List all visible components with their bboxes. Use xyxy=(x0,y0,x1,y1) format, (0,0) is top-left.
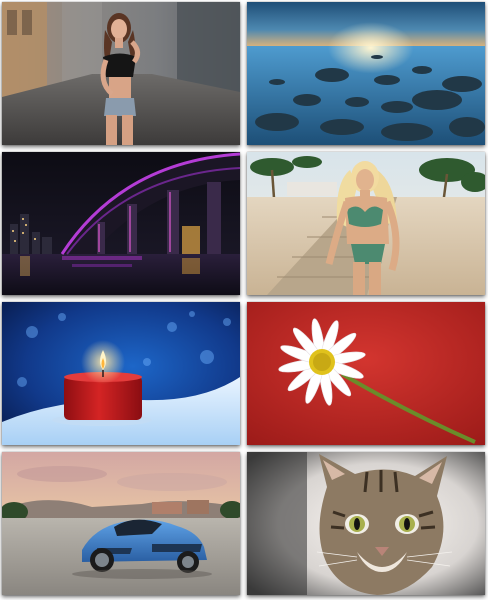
photo-tile-sea-rocks[interactable] xyxy=(247,2,485,145)
photo-tile-woman-beach[interactable] xyxy=(247,152,485,295)
photo-tile-tabby-cat[interactable] xyxy=(247,452,485,595)
photo-tile-red-candle[interactable] xyxy=(2,302,240,445)
photo-tile-daisy[interactable] xyxy=(247,302,485,445)
tabby-cat-image xyxy=(247,452,485,595)
photo-tile-night-bridge[interactable] xyxy=(2,152,240,295)
daisy-image xyxy=(247,302,485,445)
red-candle-image xyxy=(2,302,240,445)
woman-beach-image xyxy=(247,152,485,295)
wallpaper-grid xyxy=(0,0,488,600)
photo-tile-woman-street[interactable] xyxy=(2,2,240,145)
sports-car-image xyxy=(2,452,240,595)
photo-tile-sports-car[interactable] xyxy=(2,452,240,595)
sea-rocks-image xyxy=(247,2,485,145)
woman-street-image xyxy=(2,2,240,145)
night-bridge-image xyxy=(2,152,240,295)
